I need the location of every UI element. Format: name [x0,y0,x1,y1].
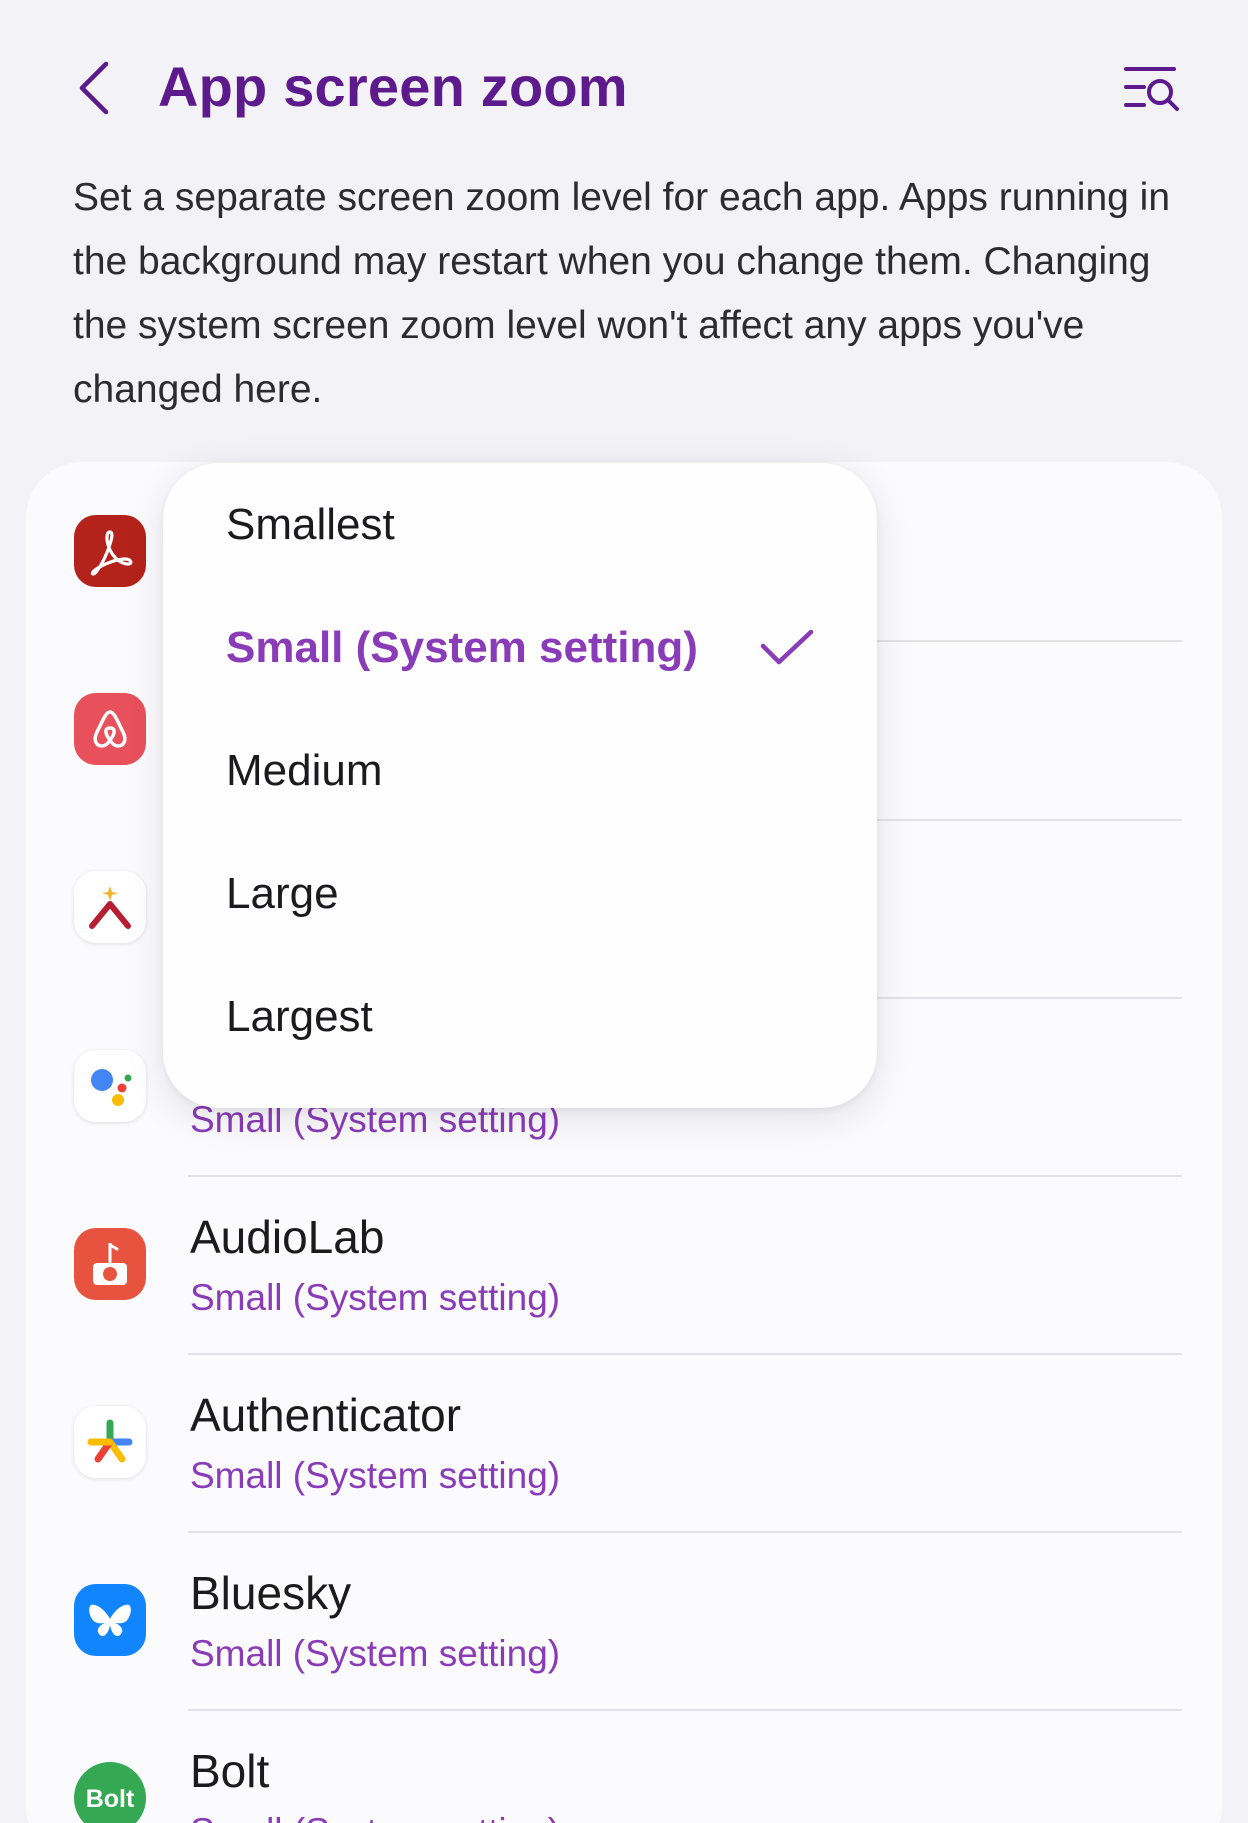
search-button[interactable] [1120,60,1184,116]
app-zoom-value: Small (System setting) [190,1633,561,1674]
app-name: AudioLab [190,1211,385,1263]
header: App screen zoom [0,0,1248,180]
arc-icon [74,871,146,943]
chevron-left-icon [79,61,109,115]
google-assistant-icon [74,1050,146,1122]
list-item[interactable]: AudioLab Small (System setting) [26,1177,1222,1355]
audiolab-icon [74,1228,146,1300]
menu-item-label: Smallest [226,499,395,549]
zoom-level-menu: Smallest Small (System setting) Medium L… [163,463,877,1108]
menu-item-small[interactable]: Small (System setting) [163,586,877,709]
svg-text:Bolt: Bolt [86,1785,135,1813]
app-zoom-value: Small (System setting) [190,1455,561,1496]
bluesky-icon [74,1584,146,1656]
menu-item-medium[interactable]: Medium [163,709,877,832]
menu-item-label: Large [226,868,339,918]
checkmark-icon [760,629,814,664]
menu-item-largest[interactable]: Largest [163,955,877,1078]
menu-item-label: Medium [226,745,383,795]
app-name: Authenticator [190,1389,462,1441]
airbnb-icon [74,693,146,765]
menu-item-smallest[interactable]: Smallest [163,463,877,586]
app-zoom-value: Small (System setting) [190,1277,561,1318]
page-description: Set a separate screen zoom level for eac… [73,176,1171,411]
bolt-icon: Bolt [74,1762,146,1823]
menu-item-label: Largest [226,991,373,1041]
menu-item-large[interactable]: Large [163,832,877,955]
authenticator-icon [74,1406,146,1478]
menu-item-label: Small (System setting) [226,622,698,672]
search-list-icon [1124,67,1179,111]
list-item[interactable]: Bluesky Small (System setting) [26,1533,1222,1711]
app-name: Bolt [190,1745,270,1797]
adobe-acrobat-icon [74,515,146,587]
page-title: App screen zoom [158,55,628,118]
app-name: Bluesky [190,1567,352,1619]
app-zoom-value: Small (System setting) [190,1811,560,1823]
list-item[interactable]: Authenticator Small (System setting) [26,1355,1222,1533]
back-button[interactable] [68,56,120,120]
list-item[interactable]: Bolt Bolt Small (System setting) [26,1711,1222,1823]
